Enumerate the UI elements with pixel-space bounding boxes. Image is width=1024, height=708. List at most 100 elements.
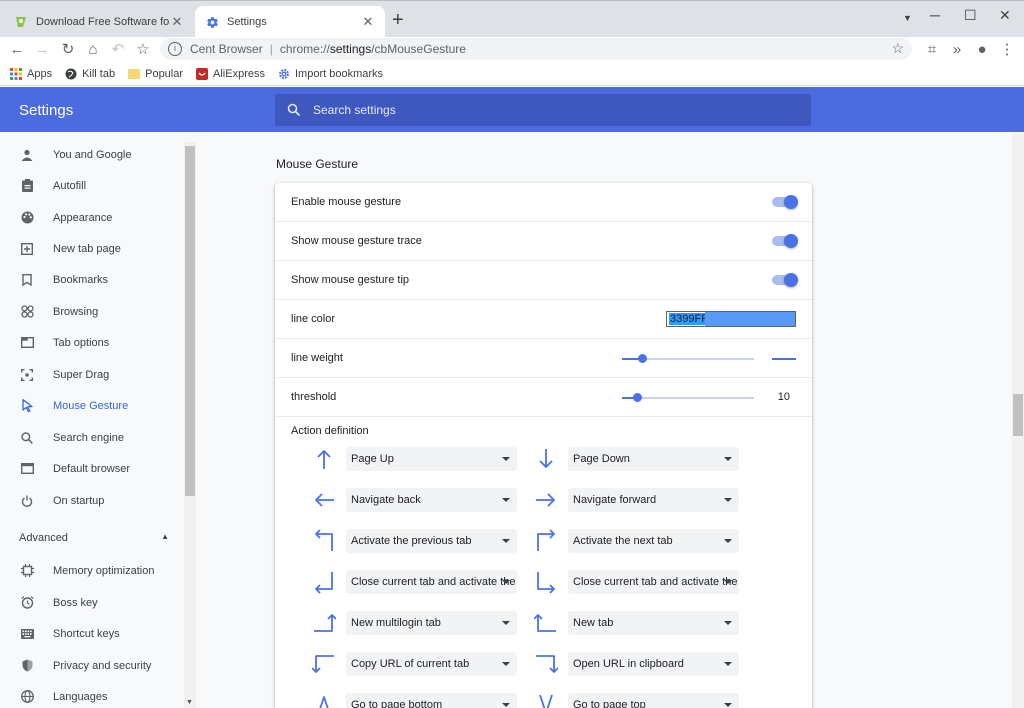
sidebar-item-bookmarks[interactable]: Bookmarks xyxy=(0,264,184,295)
tab-search-icon[interactable]: ▼ xyxy=(903,13,912,23)
sidebar-scrollbar[interactable]: ▼ xyxy=(184,142,196,708)
gesture-left-icon xyxy=(315,493,334,507)
maximize-icon[interactable]: ☐ xyxy=(964,7,977,24)
action-select[interactable]: Go to page top xyxy=(568,693,739,708)
sidebar-item-tab-options[interactable]: Tab options xyxy=(0,327,184,358)
star-icon[interactable]: ☆ xyxy=(891,40,904,57)
sidebar-item-mouse-gesture[interactable]: Mouse Gesture xyxy=(0,390,184,421)
action-select[interactable]: Page Down xyxy=(568,447,739,471)
action-select[interactable]: Go to page bottom xyxy=(346,693,517,708)
sidebar-item-default-browser[interactable]: Default browser xyxy=(0,453,184,484)
search-input[interactable]: Search settings xyxy=(275,94,811,126)
close-icon[interactable]: ✕ xyxy=(170,14,184,30)
gesture-tip-row: Show mouse gesture tip xyxy=(275,261,812,300)
toggle-knob xyxy=(784,195,798,209)
action-select[interactable]: Activate the next tab xyxy=(568,529,739,553)
address-bar[interactable]: i Cent Browser | chrome://settings/cbMou… xyxy=(160,38,912,60)
sidebar-item-label: Memory optimization xyxy=(53,564,155,577)
action-select[interactable]: New multilogin tab xyxy=(346,611,517,635)
profile-icon[interactable]: ● xyxy=(972,40,992,60)
info-icon[interactable]: i xyxy=(168,42,182,56)
search-placeholder: Search settings xyxy=(313,103,396,117)
enable-gesture-toggle[interactable] xyxy=(772,195,798,209)
separator: | xyxy=(269,42,273,56)
gesture-down-right-icon xyxy=(537,572,555,594)
bookmark-star-icon[interactable]: ☆ xyxy=(133,40,153,60)
alarm-icon xyxy=(20,596,34,610)
sidebar-item-label: Privacy and security xyxy=(53,659,152,672)
tab-download-software[interactable]: Download Free Software for Windows ✕ xyxy=(4,6,194,38)
action-select[interactable]: New tab xyxy=(568,611,739,635)
action-select[interactable]: Close current tab and activate the xyxy=(568,570,739,594)
action-select[interactable]: Page Up xyxy=(346,447,517,471)
action-row: Open URL in clipboard xyxy=(534,652,739,676)
gear-icon xyxy=(205,15,219,29)
close-icon[interactable]: ✕ xyxy=(361,14,375,30)
action-select-value: Page Down xyxy=(573,453,630,465)
gesture-up-icon xyxy=(317,450,331,469)
keyboard-icon xyxy=(20,627,34,641)
window-close-icon[interactable]: ✕ xyxy=(999,7,1011,24)
sidebar-item-super-drag[interactable]: Super Drag xyxy=(0,359,184,390)
sidebar-item-label: On startup xyxy=(53,494,105,507)
gesture-tip-toggle[interactable] xyxy=(772,273,798,287)
gesture-left-down-icon xyxy=(312,655,334,673)
sidebar-item-privacy-and-security[interactable]: Privacy and security xyxy=(0,650,184,681)
crop-icon[interactable]: ⌗ xyxy=(922,40,942,60)
bookmark-import[interactable]: Import bookmarks xyxy=(278,68,383,80)
sidebar-item-browsing[interactable]: Browsing xyxy=(0,296,184,327)
action-row: Close current tab and activate the xyxy=(312,570,517,594)
sidebar-item-new-tab-page[interactable]: New tab page xyxy=(0,233,184,264)
page-scrollbar-thumb[interactable] xyxy=(1013,394,1023,436)
threshold-slider[interactable] xyxy=(622,393,754,402)
action-select-value: Copy URL of current tab xyxy=(351,658,470,670)
gesture-trace-row: Show mouse gesture trace xyxy=(275,222,812,261)
advanced-toggle[interactable]: Advanced ▲ xyxy=(19,532,169,544)
sidebar-item-you-and-google[interactable]: You and Google xyxy=(0,139,184,170)
undo-close-icon[interactable]: ↶ xyxy=(108,40,128,60)
sidebar-item-search-engine[interactable]: Search engine xyxy=(0,422,184,453)
minimize-icon[interactable]: ─ xyxy=(930,7,940,23)
dropdown-arrow-icon xyxy=(502,498,510,502)
sidebar-item-languages[interactable]: Languages xyxy=(0,681,184,708)
line-weight-slider[interactable] xyxy=(622,354,754,363)
sidebar-item-on-startup[interactable]: On startup xyxy=(0,485,184,516)
sidebar-item-autofill[interactable]: Autofill xyxy=(0,170,184,201)
bookmark-apps[interactable]: Apps xyxy=(10,67,52,80)
scroll-down-icon[interactable]: ▼ xyxy=(186,699,193,706)
gesture-left-up-icon xyxy=(534,614,556,632)
action-select[interactable]: Open URL in clipboard xyxy=(568,652,739,676)
extensions-icon[interactable]: » xyxy=(947,40,967,60)
slider-thumb[interactable] xyxy=(637,354,647,363)
action-select[interactable]: Navigate forward xyxy=(568,488,739,512)
action-select-value: Navigate forward xyxy=(573,494,657,506)
sidebar-item-appearance[interactable]: Appearance xyxy=(0,202,184,233)
home-icon[interactable]: ⌂ xyxy=(83,40,103,60)
page-scrollbar[interactable] xyxy=(1012,132,1024,708)
search-icon xyxy=(287,103,301,117)
action-select[interactable]: Copy URL of current tab xyxy=(346,652,517,676)
reload-icon[interactable]: ↻ xyxy=(58,40,78,60)
action-select[interactable]: Navigate back xyxy=(346,488,517,512)
bookmark-popular[interactable]: Popular xyxy=(128,68,183,80)
sidebar-item-boss-key[interactable]: Boss key xyxy=(0,587,184,618)
slider-thumb[interactable] xyxy=(632,393,642,402)
bookmark-kill-tab[interactable]: Kill tab xyxy=(65,68,115,80)
sidebar-item-label: Default browser xyxy=(53,462,131,475)
sidebar-item-shortcut-keys[interactable]: Shortcut keys xyxy=(0,618,184,649)
bookmark-aliexpress[interactable]: AliExpress xyxy=(196,67,265,80)
menu-icon[interactable]: ⋮ xyxy=(997,40,1017,60)
action-select[interactable]: Activate the previous tab xyxy=(346,529,517,553)
line-color-input[interactable]: 3399FF xyxy=(666,311,796,327)
clipboard-icon xyxy=(20,179,34,193)
tab-settings[interactable]: Settings ✕ xyxy=(195,6,385,38)
back-icon[interactable]: ← xyxy=(7,40,27,60)
new-tab-button[interactable]: + xyxy=(392,10,404,30)
gesture-trace-toggle[interactable] xyxy=(772,234,798,248)
dropdown-arrow-icon xyxy=(502,703,510,707)
action-select[interactable]: Close current tab and activate the xyxy=(346,570,517,594)
sidebar-scrollbar-thumb[interactable] xyxy=(185,146,195,496)
forward-icon[interactable]: → xyxy=(32,40,52,60)
sidebar-item-label: You and Google xyxy=(53,148,132,161)
sidebar-item-memory-optimization[interactable]: Memory optimization xyxy=(0,555,184,586)
